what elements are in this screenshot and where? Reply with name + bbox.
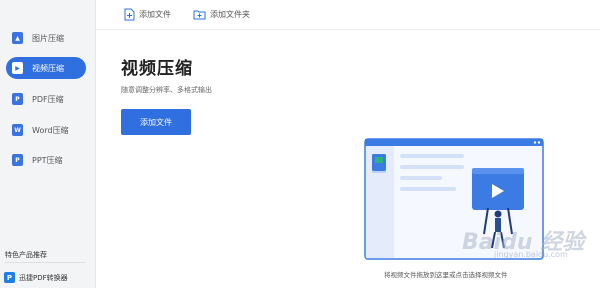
sidebar-item-pdf-compress[interactable]: P PDF压缩 bbox=[6, 88, 86, 110]
sidebar-item-label: Word压缩 bbox=[32, 125, 69, 135]
page-subtitle: 随意调整分辨率、多格式输出 bbox=[121, 86, 212, 94]
toolbar: 添加文件 添加文件夹 bbox=[96, 0, 600, 30]
promo-pdf-converter[interactable]: P 迅捷PDF转换器 bbox=[4, 272, 68, 283]
promo-item-label: 迅捷PDF转换器 bbox=[19, 273, 68, 282]
add-file-main-button[interactable]: 添加文件 bbox=[121, 109, 191, 135]
drop-hint: 将视频文件拖放到这里或点击选择视频文件 bbox=[384, 271, 508, 279]
baidu-watermark-url: jingyan.baidu.com bbox=[494, 250, 568, 259]
pdf-converter-icon: P bbox=[4, 272, 15, 283]
sidebar: ▲ 图片压缩 ▶ 视频压缩 P PDF压缩 W Word压缩 P PPT压缩 特… bbox=[0, 0, 96, 288]
image-compress-icon: ▲ bbox=[12, 32, 23, 44]
word-compress-icon: W bbox=[12, 124, 23, 136]
add-file-icon bbox=[124, 8, 135, 21]
sidebar-item-label: 视频压缩 bbox=[32, 63, 64, 73]
page-title: 视频压缩 bbox=[121, 59, 193, 79]
sidebar-item-label: PDF压缩 bbox=[32, 94, 64, 104]
ppt-compress-icon: P bbox=[12, 154, 23, 166]
add-folder-button[interactable]: 添加文件夹 bbox=[193, 9, 250, 20]
promo-title: 特色产品推荐 bbox=[5, 251, 47, 259]
sidebar-item-image-compress[interactable]: ▲ 图片压缩 bbox=[6, 27, 86, 49]
sidebar-item-video-compress[interactable]: ▶ 视频压缩 bbox=[6, 57, 86, 79]
add-file-label: 添加文件 bbox=[139, 10, 171, 19]
sidebar-item-label: 图片压缩 bbox=[32, 33, 64, 43]
video-compress-icon: ▶ bbox=[12, 62, 23, 74]
pdf-compress-icon: P bbox=[12, 93, 23, 105]
add-folder-label: 添加文件夹 bbox=[210, 10, 250, 19]
add-file-button[interactable]: 添加文件 bbox=[124, 8, 171, 21]
sidebar-item-word-compress[interactable]: W Word压缩 bbox=[6, 119, 86, 141]
sidebar-item-label: PPT压缩 bbox=[32, 155, 63, 165]
promo-divider bbox=[5, 262, 85, 263]
add-folder-icon bbox=[193, 10, 206, 20]
sidebar-item-ppt-compress[interactable]: P PPT压缩 bbox=[6, 149, 86, 171]
